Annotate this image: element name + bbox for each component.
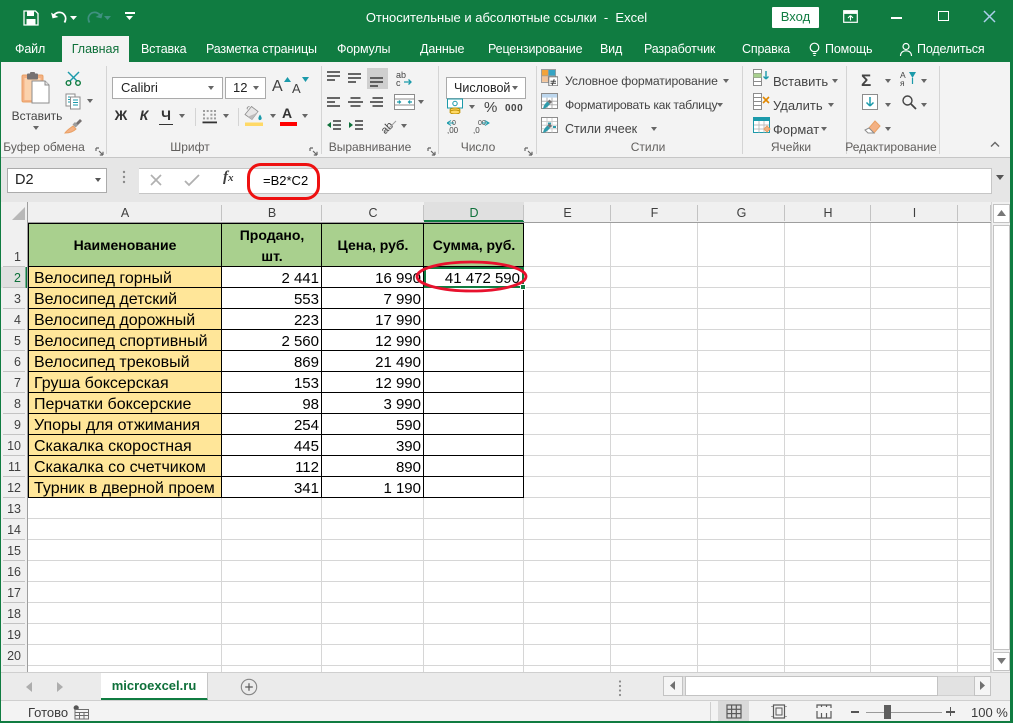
svg-text:223: 223 [294, 312, 319, 329]
svg-text:869: 869 [294, 354, 319, 371]
svg-text:,00: ,00 [447, 126, 459, 135]
svg-text:H: H [823, 206, 832, 220]
svg-text:Велосипед дорожный: Велосипед дорожный [34, 312, 195, 329]
svg-text:A: A [121, 206, 130, 220]
svg-text:890: 890 [396, 459, 421, 476]
svg-text:12 990: 12 990 [375, 333, 421, 350]
svg-text:Велосипед горный: Велосипед горный [34, 270, 172, 287]
svg-text:B: B [268, 206, 276, 220]
svg-text:9: 9 [14, 418, 21, 432]
svg-text:153: 153 [294, 375, 319, 392]
svg-text:Скакалка со счетчиком: Скакалка со счетчиком [34, 459, 206, 476]
svg-text:Велосипед спортивный: Велосипед спортивный [34, 333, 208, 350]
svg-text:I: I [913, 206, 916, 220]
svg-text:2 441: 2 441 [281, 270, 319, 287]
svg-text:13: 13 [7, 502, 21, 516]
svg-text:17 990: 17 990 [375, 312, 421, 329]
svg-text:3: 3 [14, 292, 21, 306]
svg-text:E: E [563, 206, 571, 220]
svg-text:F: F [651, 206, 659, 220]
svg-text:Продано,: Продано, [240, 227, 305, 243]
svg-text:41 472 590: 41 472 590 [445, 270, 520, 287]
svg-text:254: 254 [294, 417, 319, 434]
svg-text:шт.: шт. [261, 248, 282, 264]
svg-text:4: 4 [14, 313, 21, 327]
svg-text:20: 20 [7, 649, 21, 663]
svg-text:7 990: 7 990 [383, 291, 421, 308]
svg-text:Цена, руб.: Цена, руб. [338, 237, 409, 253]
svg-text:112: 112 [295, 459, 319, 476]
svg-text:G: G [737, 206, 747, 220]
svg-text:2 560: 2 560 [281, 333, 319, 350]
svg-text:5: 5 [14, 334, 21, 348]
svg-text:Упоры для отжимания: Упоры для отжимания [34, 417, 200, 434]
svg-text:ab: ab [382, 120, 396, 135]
svg-text:445: 445 [294, 438, 319, 455]
svg-text:11: 11 [8, 460, 21, 474]
svg-text:c: c [396, 78, 401, 86]
svg-text:341: 341 [294, 480, 319, 497]
svg-text:я: я [900, 78, 905, 87]
svg-text:590: 590 [396, 417, 421, 434]
svg-text:553: 553 [294, 291, 319, 308]
svg-text:18: 18 [7, 607, 21, 621]
svg-text:D: D [469, 206, 478, 220]
svg-text:12 990: 12 990 [375, 375, 421, 392]
svg-text:16 990: 16 990 [375, 270, 421, 287]
svg-text:Сумма, руб.: Сумма, руб. [433, 237, 516, 253]
svg-text:14: 14 [7, 523, 21, 537]
svg-text:3 990: 3 990 [383, 396, 421, 413]
svg-text:2: 2 [14, 271, 21, 285]
svg-text:8: 8 [14, 397, 21, 411]
svg-text:19: 19 [7, 628, 21, 642]
svg-text:Скакалка скоростная: Скакалка скоростная [34, 438, 192, 455]
svg-text:6: 6 [14, 355, 21, 369]
svg-text:98: 98 [302, 396, 319, 413]
svg-text:16: 16 [7, 565, 21, 579]
svg-text:Велосипед детский: Велосипед детский [34, 291, 177, 308]
svg-text:10: 10 [7, 439, 21, 453]
svg-text:15: 15 [7, 544, 21, 558]
svg-text:Груша боксерская: Груша боксерская [34, 375, 169, 392]
svg-text:C: C [368, 206, 377, 220]
svg-text:Перчатки боксерские: Перчатки боксерские [34, 396, 192, 413]
svg-text:Наименование: Наименование [74, 237, 177, 253]
svg-text:17: 17 [7, 586, 21, 600]
svg-text:1 190: 1 190 [383, 480, 421, 497]
svg-text:Турник в дверной проем: Турник в дверной проем [34, 480, 215, 497]
svg-text:390: 390 [396, 438, 421, 455]
svg-text:12: 12 [7, 481, 21, 495]
svg-text:Велосипед трековый: Велосипед трековый [34, 354, 190, 371]
svg-text:1: 1 [14, 250, 21, 264]
svg-text:21 490: 21 490 [375, 354, 421, 371]
svg-text:7: 7 [14, 376, 21, 390]
svg-text:,0: ,0 [473, 126, 480, 135]
